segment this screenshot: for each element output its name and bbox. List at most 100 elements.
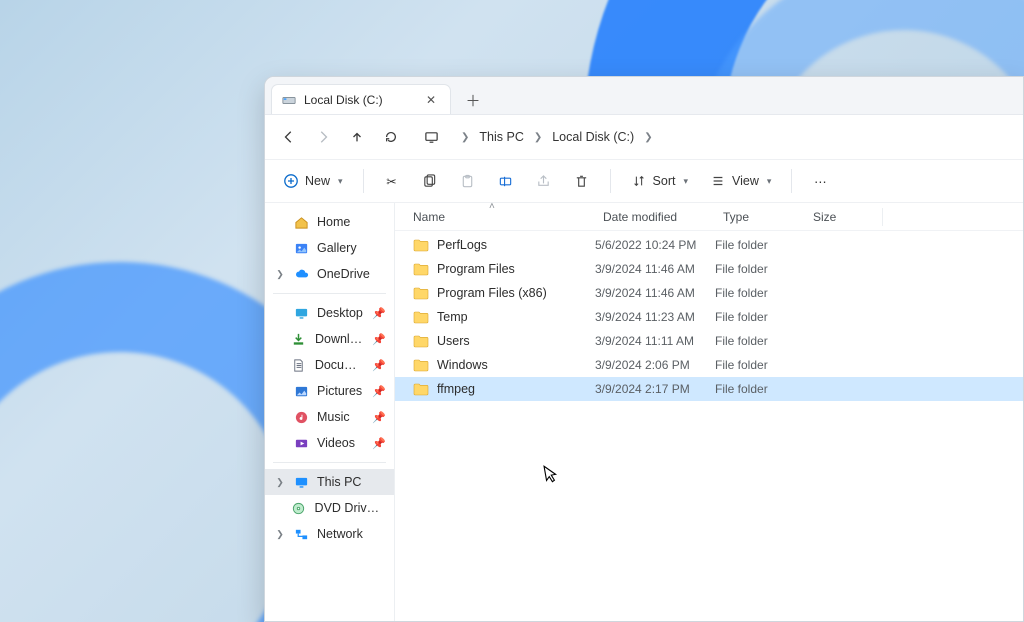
pc-icon-button[interactable] bbox=[421, 127, 441, 147]
plus-circle-icon bbox=[283, 173, 299, 189]
rename-button[interactable] bbox=[490, 166, 522, 196]
sort-button[interactable]: Sort ▾ bbox=[623, 166, 696, 196]
copy-button[interactable] bbox=[414, 166, 446, 196]
pin-icon: 📌 bbox=[372, 411, 386, 424]
breadcrumb-this-pc[interactable]: This PC bbox=[479, 130, 523, 144]
file-type: File folder bbox=[715, 334, 805, 348]
scissors-icon: ✂ bbox=[384, 173, 400, 189]
file-type: File folder bbox=[715, 310, 805, 324]
sidebar-item-label: This PC bbox=[317, 475, 361, 489]
file-row[interactable]: Temp 3/9/2024 11:23 AMFile folder bbox=[395, 305, 1023, 329]
column-date[interactable]: Date modified bbox=[603, 210, 723, 224]
file-explorer-window: Local Disk (C:) ✕ ＋ ❯ This PC ❯ Local Di… bbox=[264, 76, 1024, 622]
file-row[interactable]: Windows3/9/2024 2:06 PMFile folder bbox=[395, 353, 1023, 377]
chevron-down-icon: ▾ bbox=[338, 176, 343, 187]
sidebar-item-documents[interactable]: ❯ Documents 📌 bbox=[265, 352, 394, 378]
file-name: ffmpeg bbox=[437, 382, 475, 396]
file-type: File folder bbox=[715, 238, 805, 252]
refresh-icon bbox=[384, 130, 398, 144]
arrow-left-icon bbox=[282, 130, 296, 144]
sidebar-item-label: Desktop bbox=[317, 306, 363, 320]
disc-icon bbox=[291, 500, 307, 516]
file-name: Program Files (x86) bbox=[437, 286, 547, 300]
address-bar: ❯ This PC ❯ Local Disk (C:) ❯ bbox=[265, 115, 1023, 159]
sidebar-item-label: Documents bbox=[315, 358, 364, 372]
back-button[interactable] bbox=[279, 127, 299, 147]
breadcrumb: ❯ This PC ❯ Local Disk (C:) ❯ bbox=[461, 130, 653, 144]
breadcrumb-current[interactable]: Local Disk (C:) bbox=[552, 130, 634, 144]
file-row[interactable]: Program Files (x86)3/9/2024 11:46 AMFile… bbox=[395, 281, 1023, 305]
sidebar-item-music[interactable]: ❯ Music 📌 bbox=[265, 404, 394, 430]
chevron-right-icon: ❯ bbox=[534, 132, 542, 143]
file-name: Users bbox=[437, 334, 470, 348]
file-row[interactable]: Program Files3/9/2024 11:46 AMFile folde… bbox=[395, 257, 1023, 281]
chevron-down-icon: ▾ bbox=[767, 176, 772, 187]
sidebar-item-label: Downloads bbox=[315, 332, 364, 346]
tab-local-disk-c[interactable]: Local Disk (C:) ✕ bbox=[271, 84, 451, 114]
network-icon bbox=[293, 526, 309, 542]
sidebar-item-pictures[interactable]: ❯ Pictures 📌 bbox=[265, 378, 394, 404]
cut-button[interactable]: ✂ bbox=[376, 166, 408, 196]
sidebar-item-desktop[interactable]: ❯ Desktop 📌 bbox=[265, 300, 394, 326]
music-icon bbox=[293, 409, 309, 425]
forward-button[interactable] bbox=[313, 127, 333, 147]
file-date: 3/9/2024 11:23 AM bbox=[595, 310, 715, 324]
file-list-pane: ˄ Name Date modified Type Size PerfLogs 5… bbox=[395, 203, 1023, 621]
delete-button[interactable] bbox=[566, 166, 598, 196]
sidebar-item-label: Videos bbox=[317, 436, 355, 450]
new-label: New bbox=[305, 174, 330, 188]
sidebar-divider bbox=[273, 293, 386, 294]
tab-close-button[interactable]: ✕ bbox=[422, 92, 440, 108]
file-type: File folder bbox=[715, 262, 805, 276]
file-date: 3/9/2024 11:46 AM bbox=[595, 286, 715, 300]
folder-icon bbox=[413, 286, 429, 300]
sidebar-item-downloads[interactable]: ❯ Downloads 📌 bbox=[265, 326, 394, 352]
file-date: 3/9/2024 11:11 AM bbox=[595, 334, 715, 348]
sidebar-item-label: Network bbox=[317, 527, 363, 541]
navigation-pane: ❯ Home ❯ Gallery ❯ OneDrive ❯ Desktop 📌 bbox=[265, 203, 395, 621]
file-type: File folder bbox=[715, 382, 805, 396]
sidebar-item-onedrive[interactable]: ❯ OneDrive bbox=[265, 261, 394, 287]
file-date: 5/6/2022 10:24 PM bbox=[595, 238, 715, 252]
new-tab-button[interactable]: ＋ bbox=[459, 86, 487, 114]
chevron-up-icon[interactable]: ˄ bbox=[489, 201, 495, 212]
share-button[interactable] bbox=[528, 166, 560, 196]
sidebar-item-dvd-drive[interactable]: ❯ DVD Drive (D:) CCC bbox=[265, 495, 394, 521]
separator bbox=[363, 169, 364, 193]
sidebar-item-label: Pictures bbox=[317, 384, 362, 398]
paste-button[interactable] bbox=[452, 166, 484, 196]
folder-icon bbox=[413, 382, 429, 396]
more-button[interactable]: ⋯ bbox=[804, 166, 836, 196]
view-button[interactable]: View ▾ bbox=[702, 166, 779, 196]
desktop-icon bbox=[293, 305, 309, 321]
paste-icon bbox=[460, 173, 476, 189]
sidebar-item-network[interactable]: ❯ Network bbox=[265, 521, 394, 547]
file-row[interactable]: PerfLogs 5/6/2022 10:24 PMFile folder bbox=[395, 233, 1023, 257]
new-button[interactable]: New ▾ bbox=[275, 166, 351, 196]
file-name: PerfLogs bbox=[437, 238, 487, 252]
column-name[interactable]: Name bbox=[413, 210, 603, 224]
file-date: 3/9/2024 2:06 PM bbox=[595, 358, 715, 372]
chevron-right-icon: ❯ bbox=[461, 132, 469, 143]
view-icon bbox=[710, 173, 726, 189]
sidebar-item-label: Music bbox=[317, 410, 350, 424]
file-row[interactable]: ffmpeg3/9/2024 2:17 PMFile folder bbox=[395, 377, 1023, 401]
monitor-icon bbox=[293, 474, 309, 490]
sidebar-item-videos[interactable]: ❯ Videos 📌 bbox=[265, 430, 394, 456]
refresh-button[interactable] bbox=[381, 127, 401, 147]
pin-icon: 📌 bbox=[372, 359, 386, 372]
file-name: Temp bbox=[437, 310, 468, 324]
sidebar-item-home[interactable]: ❯ Home bbox=[265, 209, 394, 235]
column-size[interactable]: Size bbox=[813, 208, 883, 226]
file-row[interactable]: Users 3/9/2024 11:11 AMFile folder bbox=[395, 329, 1023, 353]
file-type: File folder bbox=[715, 358, 805, 372]
folder-icon bbox=[413, 334, 429, 348]
sidebar-item-gallery[interactable]: ❯ Gallery bbox=[265, 235, 394, 261]
column-type[interactable]: Type bbox=[723, 210, 813, 224]
sidebar-item-this-pc[interactable]: ❯ This PC bbox=[265, 469, 394, 495]
gallery-icon bbox=[293, 240, 309, 256]
share-icon bbox=[536, 173, 552, 189]
up-button[interactable] bbox=[347, 127, 367, 147]
arrow-right-icon bbox=[316, 130, 330, 144]
toolbar: New ▾ ✂ Sort ▾ View ▾ ⋯ bbox=[265, 159, 1023, 203]
